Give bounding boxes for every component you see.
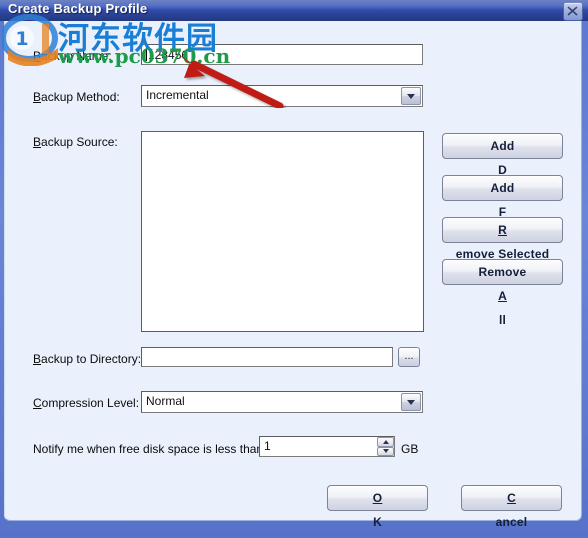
chevron-down-icon[interactable] — [401, 393, 421, 411]
add-file-button[interactable]: Add File — [442, 175, 563, 243]
close-button[interactable] — [563, 2, 583, 21]
compression-level-value: Normal — [146, 394, 185, 408]
compression-level-label: Compression Level: — [33, 396, 140, 410]
backup-method-value: Incremental — [146, 88, 209, 102]
stepper-up-icon[interactable] — [377, 437, 394, 447]
backup-name-input[interactable]: 123456 — [141, 44, 423, 65]
remove-all-button[interactable]: Remove All — [442, 259, 563, 327]
backup-source-listbox[interactable] — [141, 131, 424, 332]
remove-selected-button[interactable]: Remove Selected — [442, 217, 563, 261]
dialog-client-area: Backup Name: 123456 Backup Method: Incre… — [4, 21, 582, 529]
notify-unit-label: GB — [401, 442, 419, 456]
backup-name-value: 123456 — [148, 48, 189, 62]
add-directory-button[interactable]: Add Directory — [442, 133, 563, 201]
backup-source-label: Backup Source: — [33, 135, 118, 149]
stepper-buttons[interactable] — [377, 437, 394, 456]
backup-method-label: Backup Method: — [33, 90, 120, 104]
browse-directory-button[interactable]: ... — [398, 347, 420, 367]
ok-button[interactable]: OK — [327, 485, 428, 529]
backup-to-directory-label: Backup to Directory: — [33, 352, 142, 366]
backup-method-combobox[interactable]: Incremental — [141, 85, 423, 107]
notify-free-space-label: Notify me when free disk space is less t… — [33, 442, 267, 456]
ellipsis-icon: ... — [404, 350, 414, 362]
title-bar: Create Backup Profile — [0, 0, 588, 21]
stepper-down-icon[interactable] — [377, 446, 394, 456]
backup-name-label: Backup Name: — [33, 49, 112, 63]
notify-threshold-stepper[interactable]: 1 — [259, 436, 395, 457]
chevron-down-icon[interactable] — [401, 87, 421, 105]
dialog-window: Create Backup Profile Backup Name: 12345… — [0, 0, 588, 538]
compression-level-combobox[interactable]: Normal — [141, 391, 423, 413]
notify-threshold-input[interactable]: 1 — [259, 436, 395, 457]
window-title: Create Backup Profile — [8, 1, 148, 16]
backup-to-directory-input[interactable] — [141, 347, 393, 367]
notify-threshold-value: 1 — [264, 439, 271, 453]
cancel-button[interactable]: Cancel — [461, 485, 562, 529]
text-caret — [146, 48, 147, 61]
